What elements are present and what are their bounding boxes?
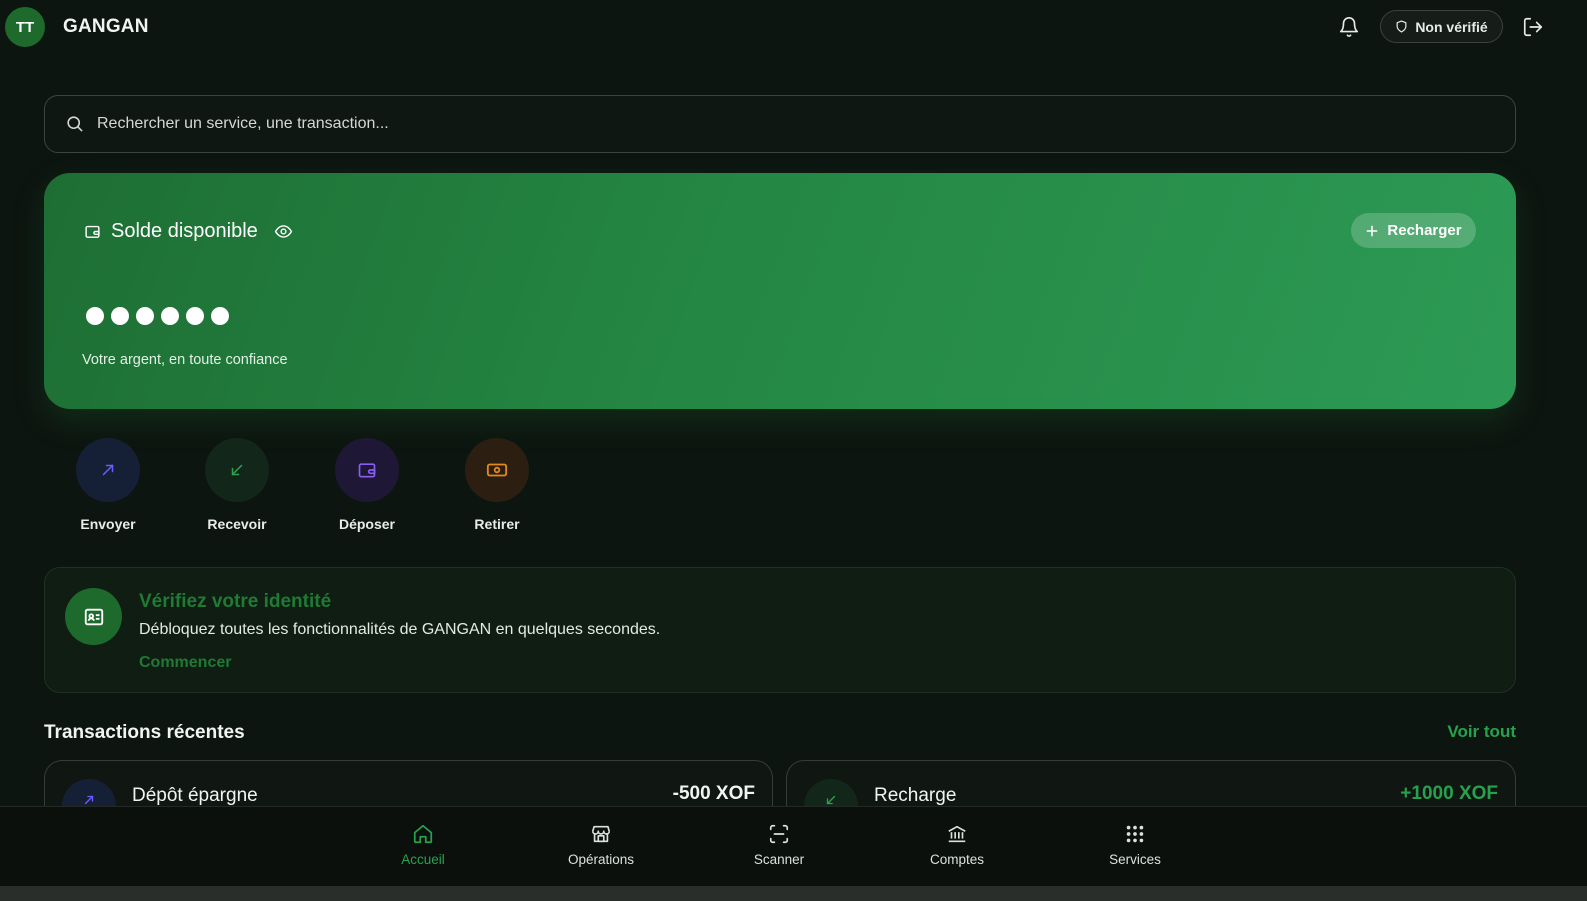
- kyc-title: Vérifiez votre identité: [139, 591, 332, 612]
- nav-item-scanner[interactable]: Scanner: [724, 823, 834, 867]
- kyc-description: Débloquez toutes les fonctionnalités de …: [139, 621, 661, 638]
- receive-label: Recevoir: [207, 516, 267, 532]
- balance-card: Solde disponible Recharger Votre argent,…: [44, 173, 1516, 409]
- window-bottom-edge: [0, 886, 1587, 901]
- bank-icon: [946, 823, 968, 845]
- nav-item-comptes[interactable]: Comptes: [902, 823, 1012, 867]
- banknote-icon: [465, 438, 529, 502]
- identity-verification-banner: Vérifiez votre identité Débloquez toutes…: [44, 567, 1516, 693]
- view-all-link[interactable]: Voir tout: [1447, 722, 1516, 742]
- nav-label: Comptes: [929, 852, 985, 867]
- masked-balance: [86, 307, 229, 325]
- nav-item-operations[interactable]: Opérations: [546, 823, 656, 867]
- transaction-amount: +1000 XOF: [1400, 783, 1498, 804]
- top-bar: TT GANGAN Non vérifié: [0, 0, 1587, 56]
- arrow-down-left-icon: [205, 438, 269, 502]
- send-action[interactable]: Envoyer: [60, 438, 156, 532]
- transaction-name: Recharge: [874, 785, 957, 806]
- search-bar: [44, 95, 1516, 153]
- balance-header: Solde disponible: [84, 220, 293, 243]
- withdraw-action[interactable]: Retirer: [449, 438, 545, 532]
- nav-item-services[interactable]: Services: [1080, 823, 1190, 867]
- transactions-heading: Transactions récentes: [44, 722, 245, 743]
- recharge-label: Recharger: [1387, 222, 1462, 239]
- nav-item-accueil[interactable]: Accueil: [368, 823, 478, 867]
- scan-icon: [768, 823, 790, 845]
- deposit-action[interactable]: Déposer: [319, 438, 415, 532]
- withdraw-label: Retirer: [474, 516, 520, 532]
- arrow-up-right-icon: [76, 438, 140, 502]
- id-card-icon: [65, 588, 122, 645]
- balance-tagline: Votre argent, en toute confiance: [82, 352, 288, 368]
- nav-label: Opérations: [567, 852, 635, 867]
- avatar[interactable]: TT: [5, 7, 45, 47]
- send-label: Envoyer: [80, 516, 136, 532]
- search-input[interactable]: [97, 115, 1397, 133]
- wallet-icon: [335, 438, 399, 502]
- search-icon: [65, 114, 85, 134]
- logout-icon[interactable]: [1521, 15, 1545, 39]
- nav-label: Services: [1109, 852, 1161, 867]
- store-icon: [590, 823, 612, 845]
- deposit-label: Déposer: [338, 516, 396, 532]
- receive-action[interactable]: Recevoir: [189, 438, 285, 532]
- verification-status-badge[interactable]: Non vérifié: [1380, 10, 1503, 43]
- nav-label: Scanner: [753, 852, 805, 867]
- wallet-icon: [84, 223, 101, 240]
- bell-icon[interactable]: [1337, 15, 1361, 39]
- grid-icon: [1124, 823, 1146, 845]
- transaction-amount: -500 XOF: [672, 783, 755, 804]
- eye-icon[interactable]: [274, 222, 293, 241]
- nav-label: Accueil: [401, 852, 445, 867]
- verification-status-label: Non vérifié: [1415, 18, 1488, 35]
- kyc-start-link[interactable]: Commencer: [139, 654, 231, 672]
- shield-icon: [1395, 20, 1408, 33]
- recharge-button[interactable]: Recharger: [1351, 213, 1476, 248]
- brand-name: GANGAN: [63, 16, 149, 37]
- quick-actions: Envoyer Recevoir Déposer Retirer: [60, 438, 580, 538]
- plus-icon: [1365, 224, 1379, 238]
- transaction-name: Dépôt épargne: [132, 785, 258, 806]
- balance-label: Solde disponible: [111, 220, 258, 242]
- home-icon: [412, 823, 434, 845]
- bottom-navigation: Accueil Opérations Scanner Comptes Servi…: [0, 806, 1587, 888]
